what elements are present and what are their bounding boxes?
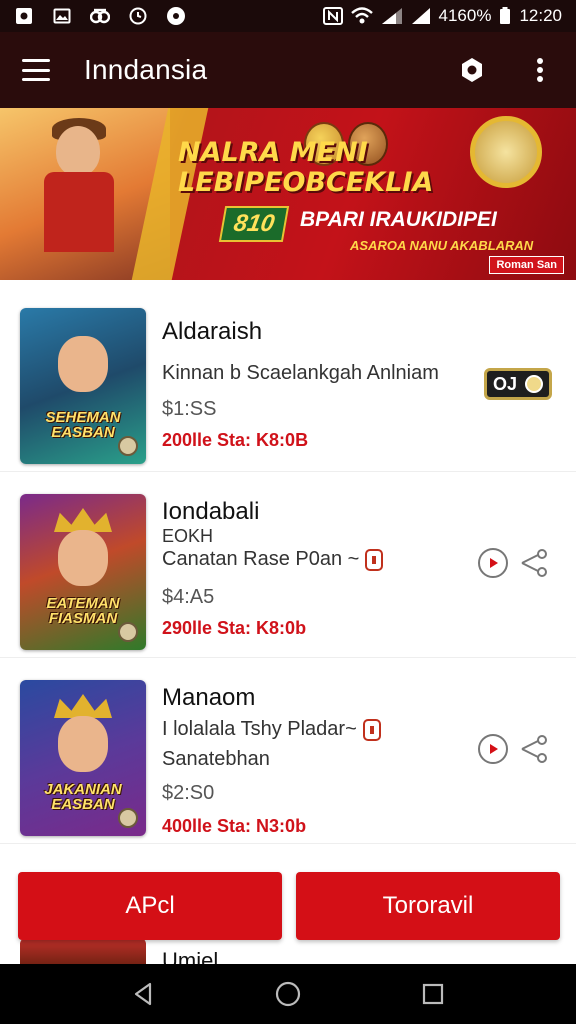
gallery-icon — [52, 6, 72, 26]
more-vert-icon[interactable] — [526, 56, 554, 84]
item-price: $1:SS — [162, 398, 217, 420]
toggle-chip-label: OJ — [493, 373, 518, 394]
app-bar-actions — [458, 56, 554, 84]
item-description-2: Sanatebhan — [162, 748, 270, 770]
home-icon[interactable] — [268, 974, 308, 1014]
item-sale-text: 400lle Sta: N3:0b — [162, 816, 307, 836]
item-title: Iondabali — [162, 498, 260, 525]
notification-icons — [14, 6, 186, 26]
signal-icon — [381, 8, 402, 24]
page-title: Inndansia — [84, 54, 208, 85]
item-description: Kinnan b Scaelankgah Anlniam — [162, 362, 439, 384]
hero-body — [44, 172, 114, 252]
hero-head — [56, 126, 100, 176]
banner-subline: BPARI IRAUKIDIPEI — [300, 208, 497, 231]
item-description-text: I lolalala Tshy Pladar~ — [162, 718, 357, 740]
apply-button[interactable]: APcl — [18, 872, 282, 940]
banner-price-badge: 810 — [218, 206, 290, 242]
item-price: $2:S0 — [162, 782, 215, 804]
nfc-icon — [322, 7, 343, 25]
item-title: Manaom — [162, 684, 256, 711]
share-icon[interactable] — [516, 546, 550, 580]
menu-icon[interactable] — [22, 59, 50, 81]
banner-subline-2: ASAROA NANU AKABLARAN — [350, 238, 534, 253]
gear-icon — [118, 436, 138, 456]
item-sale-text: 290lle Sta: K8:0b — [162, 618, 307, 638]
product-thumbnail[interactable]: SEHEMAN EASBAN — [20, 308, 146, 464]
clock-icon — [128, 6, 148, 26]
item-subtitle: EOKH — [162, 526, 214, 546]
list-item[interactable]: JAKANIAN EASBAN Manaom I lolalala Tshy P… — [0, 658, 576, 844]
banner-headline: NALRA MENI LEBIPEOBCEKLIA — [178, 137, 434, 198]
battery-percent: 4160% — [438, 6, 492, 25]
clock: 12:20 — [519, 6, 562, 25]
toggle-chip[interactable]: OJ — [484, 368, 552, 400]
item-title: Aldaraish — [162, 318, 263, 345]
play-icon[interactable] — [478, 734, 508, 764]
product-thumbnail[interactable]: JAKANIAN EASBAN — [20, 680, 146, 836]
system-nav-bar — [0, 964, 576, 1024]
item-price: $4:A5 — [162, 586, 215, 608]
product-thumbnail[interactable]: EATEMAN FIASMAN — [20, 494, 146, 650]
product-list: SEHEMAN EASBAN Aldaraish Kinnan b Scaela… — [0, 286, 576, 844]
battery-icon — [500, 7, 511, 24]
item-description: Canatan Rase P0an ~ — [162, 548, 384, 571]
coin-medallion-icon — [470, 116, 542, 188]
lock-badge-icon — [365, 548, 384, 571]
app-screen: 4160% 12:20 Inndansia NALRA MENI LEBIPEO… — [0, 0, 576, 1024]
system-indicators: 4160% 12:20 — [322, 6, 562, 26]
signal-2-icon — [411, 8, 430, 24]
row-actions — [478, 546, 550, 580]
status-bar: 4160% 12:20 — [0, 0, 576, 32]
bottom-action-bar: Umiel APcl Tororavil — [0, 858, 576, 973]
list-item[interactable]: SEHEMAN EASBAN Aldaraish Kinnan b Scaela… — [0, 286, 576, 472]
item-sale-text: 200lle Sta: K8:0B — [162, 430, 309, 450]
share-icon[interactable] — [516, 732, 550, 766]
gear-icon — [118, 808, 138, 828]
link-icon — [90, 6, 110, 26]
primary-action-button[interactable]: Tororavil — [296, 872, 560, 940]
toggle-knob — [525, 375, 543, 393]
screenshot-icon — [14, 6, 34, 26]
lock-badge-icon — [362, 718, 381, 741]
banner-tag: Roman San — [489, 256, 564, 274]
list-item[interactable]: EATEMAN FIASMAN Iondabali EOKH Canatan R… — [0, 472, 576, 658]
record-icon — [166, 6, 186, 26]
item-description-text: Canatan Rase P0an ~ — [162, 548, 360, 570]
wifi-icon — [350, 7, 373, 24]
app-bar: Inndansia — [0, 32, 576, 108]
promo-banner[interactable]: NALRA MENI LEBIPEOBCEKLIA 810 BPARI IRAU… — [0, 108, 576, 280]
settings-icon[interactable] — [458, 56, 486, 84]
gear-icon — [118, 622, 138, 642]
play-icon[interactable] — [478, 548, 508, 578]
item-description: I lolalala Tshy Pladar~ — [162, 718, 381, 741]
recents-icon[interactable] — [413, 974, 453, 1014]
back-icon[interactable] — [123, 974, 163, 1014]
row-actions — [478, 732, 550, 766]
